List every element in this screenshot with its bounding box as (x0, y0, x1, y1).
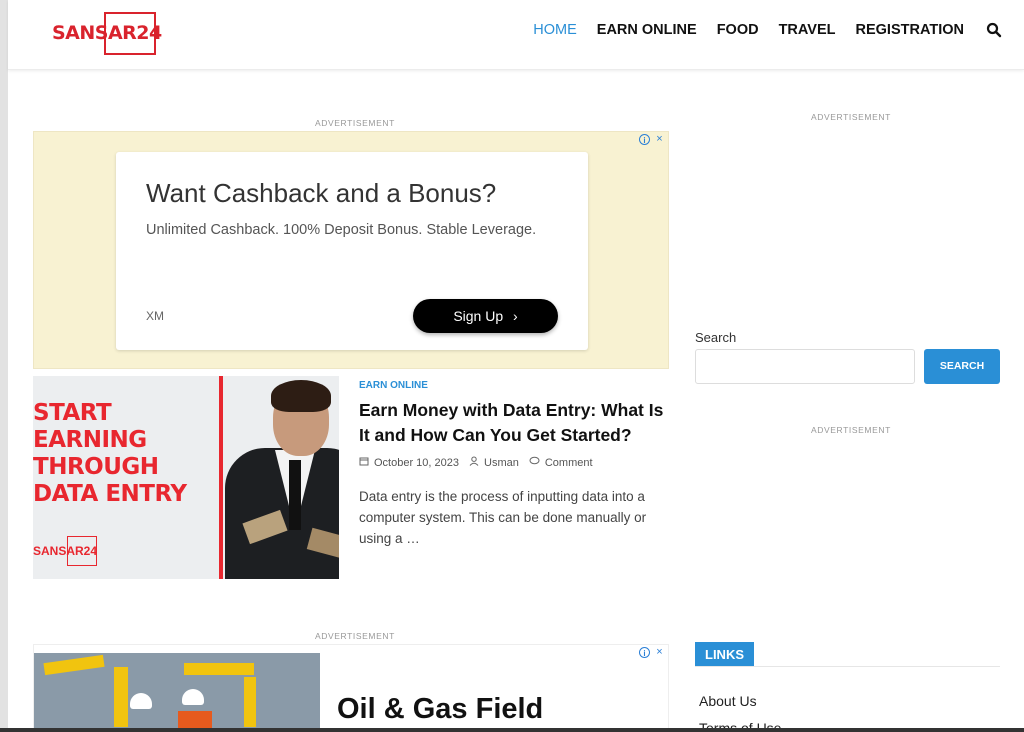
nav-earn-online[interactable]: EARN ONLINE (597, 22, 697, 38)
pipe-shape (244, 677, 256, 727)
ad2-heading: Oil & Gas Field (337, 693, 544, 725)
links-widget-divider (695, 666, 1000, 667)
ad-close-icon[interactable]: × (654, 647, 665, 658)
person-tie (289, 460, 301, 530)
ad-oil-gas-image (34, 653, 320, 731)
post-thumbnail[interactable]: START EARNING THROUGH DATA ENTRY SANSAR2… (33, 376, 339, 579)
ad-info-icon[interactable]: i (639, 134, 650, 145)
links-widget-title: LINKS (695, 642, 754, 667)
ad-signup-button[interactable]: Sign Up › (413, 299, 558, 333)
user-icon (469, 456, 479, 469)
post-date: October 10, 2023 (374, 456, 460, 469)
person-hair (271, 380, 331, 412)
thumbnail-logo: SANSAR24 (33, 536, 97, 566)
logo-text: SANSAR24 (52, 22, 162, 44)
post-title[interactable]: Earn Money with Data Entry: What Is It a… (359, 398, 669, 448)
comment-icon (529, 456, 540, 469)
hard-hat (182, 689, 204, 705)
post-author-item[interactable]: Usman (469, 456, 519, 469)
pipe-shape (43, 654, 105, 676)
main-nav: HOME EARN ONLINE FOOD TRAVEL REGISTRATIO… (513, 22, 1002, 38)
thumbnail-text-line: DATA ENTRY (33, 481, 187, 507)
ad-signup-label: Sign Up (453, 308, 504, 324)
sidebar-search-label: Search (695, 330, 737, 345)
site-logo[interactable]: SANSAR24 (52, 12, 162, 55)
post-meta: October 10, 2023 Usman Comment (359, 456, 603, 469)
advertisement-label: ADVERTISEMENT (315, 631, 395, 641)
site-header: SANSAR24 HOME EARN ONLINE FOOD TRAVEL RE… (8, 0, 1024, 70)
sidebar-search-button[interactable]: SEARCH (924, 349, 1000, 384)
hard-hat (130, 693, 152, 709)
post-excerpt: Data entry is the process of inputting d… (359, 489, 647, 546)
post-comment-item[interactable]: Comment (529, 456, 593, 469)
post-comment-link: Comment (544, 456, 593, 469)
ad-info-icon[interactable]: i (639, 647, 650, 658)
ad-heading: Want Cashback and a Bonus? (146, 178, 497, 208)
thumbnail-text-line: START (33, 400, 112, 426)
sidebar-search-input[interactable] (695, 349, 915, 384)
window-bottom-edge (0, 728, 1024, 732)
ad-banner-oil-gas[interactable]: i × Oil & Gas Field (33, 644, 669, 732)
nav-food[interactable]: FOOD (717, 22, 759, 38)
advertisement-label: ADVERTISEMENT (315, 118, 395, 128)
thumbnail-logo-text: SANSAR24 (33, 544, 98, 558)
sidebar-advertisement-label: ADVERTISEMENT (811, 425, 891, 435)
calendar-icon (359, 456, 369, 469)
ad-subtext: Unlimited Cashback. 100% Deposit Bonus. … (146, 222, 537, 238)
pipe-shape (114, 667, 128, 727)
nav-travel[interactable]: TRAVEL (779, 22, 836, 38)
post-date-item[interactable]: October 10, 2023 (359, 456, 459, 469)
nav-home[interactable]: HOME (533, 22, 577, 38)
pipe-shape (184, 663, 254, 675)
ad-card: Want Cashback and a Bonus? Unlimited Cas… (116, 152, 588, 350)
post-author: Usman (484, 456, 519, 469)
nav-registration[interactable]: REGISTRATION (856, 22, 964, 38)
ad-controls: i × (639, 134, 665, 145)
thumbnail-text-line: EARNING (33, 427, 147, 453)
thumbnail-accent-stripe (219, 376, 223, 579)
post-category[interactable]: EARN ONLINE (359, 380, 428, 391)
window-left-edge (0, 0, 8, 732)
ad-brand: XM (146, 309, 164, 323)
chevron-right-icon: › (513, 308, 518, 324)
thumbnail-text-line: THROUGH (33, 454, 159, 480)
search-icon[interactable] (986, 22, 1002, 38)
ad-controls: i × (639, 647, 665, 658)
ad-banner-cashback[interactable]: i × Want Cashback and a Bonus? Unlimited… (33, 131, 669, 369)
sidebar-advertisement-label: ADVERTISEMENT (811, 112, 891, 122)
ad-close-icon[interactable]: × (654, 134, 665, 145)
link-about-us[interactable]: About Us (699, 693, 757, 709)
